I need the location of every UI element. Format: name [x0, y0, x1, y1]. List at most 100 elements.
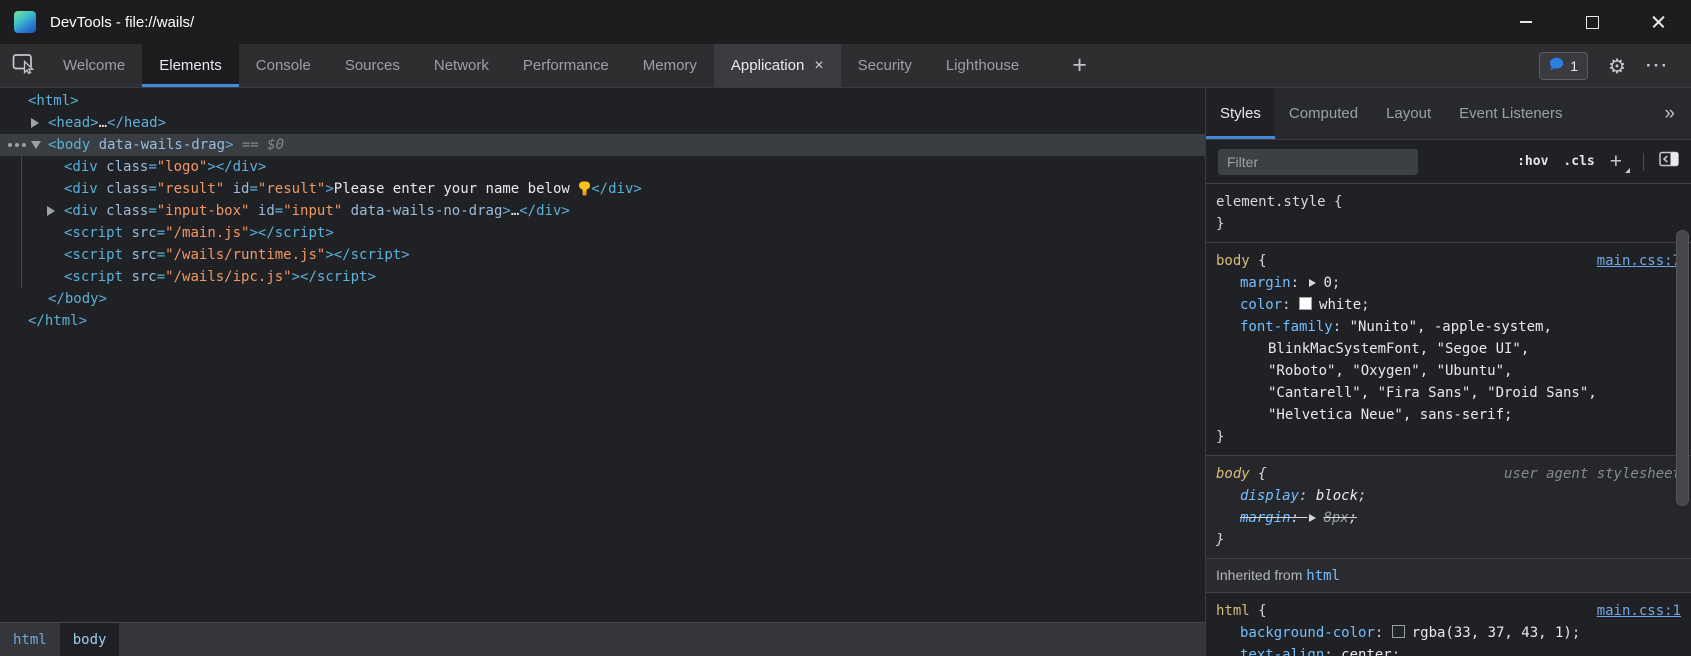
- close-tab-icon[interactable]: ×: [814, 58, 823, 74]
- expand-arrow-icon[interactable]: [31, 118, 39, 128]
- dom-tree-node[interactable]: <html>: [0, 90, 1205, 112]
- stylesheet-link[interactable]: main.css:1: [1597, 600, 1681, 622]
- css-property-name[interactable]: color: [1240, 297, 1282, 313]
- css-property-row[interactable]: text-align: center;: [1206, 644, 1691, 656]
- tab-label: Elements: [159, 57, 222, 74]
- style-rule: element.style {}: [1206, 184, 1691, 242]
- css-property-value[interactable]: block: [1316, 488, 1358, 504]
- dom-tree-node[interactable]: <script src="/main.js"></script>: [0, 222, 1205, 244]
- css-property-row[interactable]: background-color: rgba(33, 37, 43, 1);: [1206, 622, 1691, 644]
- css-property-row[interactable]: color: white;: [1206, 294, 1691, 316]
- css-property-name[interactable]: font-family: [1240, 319, 1333, 335]
- add-tab-button[interactable]: +: [1062, 44, 1097, 87]
- tab-label: Performance: [523, 57, 609, 74]
- stylesheet-link[interactable]: main.css:7: [1597, 250, 1681, 272]
- dom-tree-node[interactable]: <div class="result" id="result">Please e…: [0, 178, 1205, 200]
- elements-panel: <html><head>…</head><body data-wails-dra…: [0, 88, 1205, 656]
- dom-tree-node[interactable]: <div class="input-box" id="input" data-w…: [0, 200, 1205, 222]
- element-classes-button[interactable]: .cls: [1563, 154, 1594, 169]
- breadcrumb-item-body[interactable]: body: [60, 623, 120, 656]
- expand-value-icon[interactable]: [1309, 514, 1316, 522]
- css-property-row[interactable]: margin: 0;: [1206, 272, 1691, 294]
- css-property-row[interactable]: font-family: "Nunito", -apple-system,: [1206, 316, 1691, 338]
- sidebar-tab-label: Event Listeners: [1459, 105, 1562, 122]
- more-panels-button[interactable]: »: [1664, 88, 1691, 139]
- expand-value-icon[interactable]: [1309, 279, 1316, 287]
- toggle-element-state-button[interactable]: :hov: [1517, 154, 1548, 169]
- css-property-value-continuation: "Roboto", "Oxygen", "Ubuntu",: [1206, 360, 1691, 382]
- tab-performance[interactable]: Performance: [506, 44, 626, 87]
- edge-devtools-logo-icon: [14, 11, 36, 33]
- tab-application[interactable]: Application×: [714, 44, 841, 87]
- dom-tree-node[interactable]: </body>: [0, 288, 1205, 310]
- tab-label: Sources: [345, 57, 400, 74]
- expand-arrow-icon[interactable]: [47, 206, 55, 216]
- rule-selector[interactable]: body: [1216, 463, 1250, 485]
- tab-security[interactable]: Security: [841, 44, 929, 87]
- close-button[interactable]: [1625, 0, 1691, 44]
- settings-button[interactable]: ⚙: [1608, 56, 1626, 76]
- css-property-name[interactable]: display: [1240, 488, 1299, 504]
- css-property-name[interactable]: margin: [1240, 510, 1291, 526]
- styles-sidebar: StylesComputed Layout Event Listeners » :h…: [1206, 88, 1691, 656]
- css-property-row[interactable]: display: block;: [1206, 485, 1691, 507]
- css-property-value[interactable]: center: [1341, 647, 1392, 656]
- rule-selector-row[interactable]: html {main.css:1: [1206, 600, 1691, 622]
- rule-selector[interactable]: body: [1216, 250, 1250, 272]
- maximize-button[interactable]: [1559, 0, 1625, 44]
- dom-tree-node[interactable]: <div class="logo"></div>: [0, 156, 1205, 178]
- sidebar-tab-label: Layout: [1386, 105, 1431, 122]
- tab-label: Lighthouse: [946, 57, 1019, 74]
- rule-selector[interactable]: html: [1216, 600, 1250, 622]
- rule-selector-row[interactable]: element.style {: [1206, 191, 1691, 213]
- css-property-value[interactable]: 0: [1323, 275, 1331, 291]
- rule-selector-row[interactable]: body {user agent stylesheet: [1206, 463, 1691, 485]
- css-property-value[interactable]: 8px: [1323, 510, 1348, 526]
- color-swatch[interactable]: [1299, 297, 1312, 310]
- issues-counter-button[interactable]: 1: [1539, 52, 1588, 80]
- tab-welcome[interactable]: Welcome: [46, 44, 142, 87]
- inherited-element-link[interactable]: html: [1306, 568, 1340, 584]
- css-property-value[interactable]: rgba(33, 37, 43, 1): [1412, 625, 1572, 641]
- color-swatch[interactable]: [1392, 625, 1405, 638]
- minimize-button[interactable]: [1493, 0, 1559, 44]
- css-property-name[interactable]: margin: [1240, 275, 1291, 291]
- sidebar-scrollbar-thumb[interactable]: [1676, 230, 1689, 506]
- rule-selector[interactable]: element.style: [1216, 191, 1326, 213]
- breadcrumb-item-html[interactable]: html: [0, 623, 60, 656]
- new-style-rule-button[interactable]: +: [1610, 150, 1628, 174]
- customize-menu-button[interactable]: ···: [1646, 56, 1669, 76]
- tab-elements[interactable]: Elements: [142, 44, 239, 87]
- tab-sources[interactable]: Sources: [328, 44, 417, 87]
- sidebar-tab-computed[interactable]: Computed: [1275, 88, 1372, 139]
- dom-tree-node[interactable]: <head>…</head>: [0, 112, 1205, 134]
- breadcrumb: htmlbody: [0, 622, 1205, 656]
- styles-filter-input[interactable]: [1218, 149, 1418, 175]
- dom-tree-node[interactable]: </html>: [0, 310, 1205, 332]
- toggle-sidebar-pane-button[interactable]: [1659, 151, 1679, 172]
- css-property-row[interactable]: margin: 8px;: [1206, 507, 1691, 529]
- rule-selector-row[interactable]: body {main.css:7: [1206, 250, 1691, 272]
- css-property-name[interactable]: text-align: [1240, 647, 1324, 656]
- sidebar-tab-event-listeners[interactable]: Event Listeners: [1445, 88, 1576, 139]
- tab-network[interactable]: Network: [417, 44, 506, 87]
- toolbar-right-group: 1 ⚙ ···: [1539, 44, 1691, 87]
- dom-tree-node[interactable]: <script src="/wails/runtime.js"></script…: [0, 244, 1205, 266]
- expand-arrow-icon[interactable]: [31, 141, 41, 149]
- sidebar-tab-layout[interactable]: Layout: [1372, 88, 1445, 139]
- tab-memory[interactable]: Memory: [626, 44, 714, 87]
- sidebar-tab-styles[interactable]: Styles: [1206, 88, 1275, 139]
- tab-console[interactable]: Console: [239, 44, 328, 87]
- css-property-value[interactable]: "Nunito", -apple-system,: [1350, 319, 1552, 335]
- dom-tree-node[interactable]: <script src="/wails/ipc.js"></script>: [0, 266, 1205, 288]
- content-area: <html><head>…</head><body data-wails-dra…: [0, 88, 1691, 656]
- tab-lighthouse[interactable]: Lighthouse: [929, 44, 1036, 87]
- inspect-element-icon: [12, 53, 35, 79]
- dom-tree-node[interactable]: <body data-wails-drag> == $0: [0, 134, 1205, 156]
- css-property-value[interactable]: white: [1319, 297, 1361, 313]
- style-rule: body {user agent stylesheetdisplay: bloc…: [1206, 455, 1691, 558]
- inspect-element-button[interactable]: [0, 44, 46, 87]
- css-property-name[interactable]: background-color: [1240, 625, 1375, 641]
- window-controls: [1493, 0, 1691, 44]
- node-options-dots-icon[interactable]: [8, 143, 12, 147]
